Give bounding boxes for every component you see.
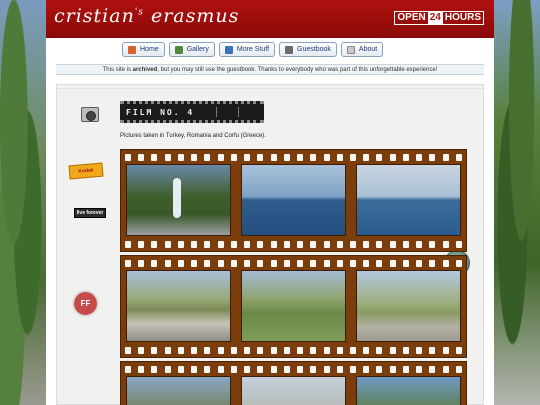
perforation-row (125, 364, 462, 374)
page-container: cristian's erasmus OPEN 24 HOURS Home Ga… (46, 0, 494, 405)
site-header: cristian's erasmus OPEN 24 HOURS (46, 0, 494, 38)
live-forever-sticker: live forever (74, 208, 106, 218)
badge-hours: HOURS (444, 12, 481, 23)
photo-landscape-1[interactable] (126, 270, 231, 342)
open-24-hours-badge: OPEN 24 HOURS (394, 11, 484, 25)
notice-pre: This site is (102, 67, 133, 73)
photo-bosphorus[interactable] (241, 164, 346, 236)
nav-about-label: About (358, 46, 378, 53)
photo-ferry[interactable] (356, 164, 461, 236)
background-photo-right (494, 0, 540, 405)
notice-bold: archived (132, 67, 158, 73)
guestbook-icon (285, 45, 294, 54)
perforation-row (125, 345, 462, 355)
home-icon (128, 45, 136, 54)
album-content: FILM NO. 4 Pictures taken in Turkey, Rom… (56, 84, 485, 405)
film-divider (216, 107, 217, 117)
perforation-row (125, 258, 462, 268)
nav-more-stuff-button[interactable]: More Stuff (218, 42, 276, 57)
photo-partial-1[interactable] (126, 376, 231, 405)
about-icon (346, 45, 355, 54)
logo-first: cristian (54, 5, 135, 27)
photo-partial-3[interactable] (356, 376, 461, 405)
nav-home-label: Home (140, 46, 159, 53)
camera-icon (81, 107, 99, 122)
perforation-row (125, 152, 462, 162)
site-logo[interactable]: cristian's erasmus (54, 5, 239, 27)
album-caption: Pictures taken in Turkey, Romania and Co… (120, 133, 266, 139)
nav-gallery-button[interactable]: Gallery (168, 42, 215, 57)
nav-more-stuff-label: More Stuff (236, 46, 270, 53)
film-strip-1 (120, 149, 467, 252)
logo-apostrophe: 's (134, 7, 144, 18)
nav-guestbook-label: Guestbook (297, 46, 331, 53)
photo-partial-2[interactable] (241, 376, 346, 405)
archive-notice: This site is archived, but you may still… (56, 64, 484, 75)
film-strip-3 (120, 361, 467, 405)
notice-post: , but you may still use the guestbook. T… (157, 67, 438, 73)
nav-home-button[interactable]: Home (122, 42, 165, 57)
nav-guestbook-button[interactable]: Guestbook (279, 42, 337, 57)
film-title-strip: FILM NO. 4 (120, 101, 264, 123)
photo-landscape-3[interactable] (356, 270, 461, 342)
film-divider (238, 107, 239, 117)
paper-line (57, 88, 485, 89)
nav-gallery-label: Gallery (186, 46, 209, 53)
photo-landscape-2[interactable] (241, 270, 346, 342)
kodak-sticker: Kodak (68, 162, 104, 180)
gallery-icon (174, 45, 183, 54)
background-photo-left (0, 0, 46, 405)
nav-about-button[interactable]: About (340, 42, 384, 57)
foo-fighters-sticker: FF (72, 290, 99, 317)
badge-open: OPEN (397, 12, 426, 23)
film-title: FILM NO. 4 (126, 107, 195, 117)
more-stuff-icon (224, 45, 233, 54)
main-nav: Home Gallery More Stuff Guestbook About (122, 42, 384, 57)
film-strip-2 (120, 255, 467, 358)
photo-fountain[interactable] (126, 164, 231, 236)
badge-24: 24 (427, 12, 443, 24)
logo-last: erasmus (150, 5, 240, 27)
perforation-row (125, 239, 462, 249)
